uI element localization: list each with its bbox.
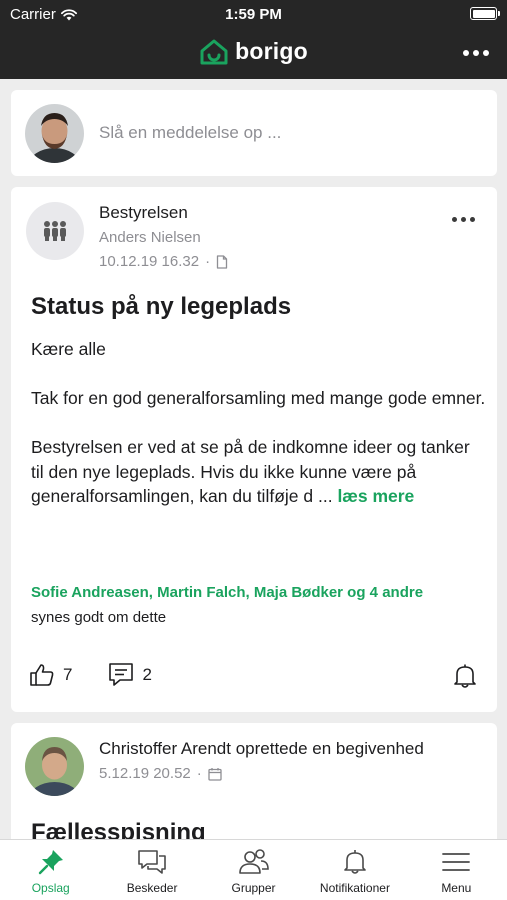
brand-name: borigo — [235, 38, 308, 64]
bell-icon — [454, 664, 476, 688]
meta-separator: · — [205, 253, 211, 270]
calendar-icon — [208, 767, 222, 781]
post-paragraph: Bestyrelsen er ved at se på de indkomne … — [31, 435, 486, 509]
post-author[interactable]: Anders Nielsen — [99, 229, 201, 246]
post-card: Bestyrelsen Anders Nielsen 10.12.19 16.3… — [11, 187, 497, 712]
brand-logo: borigo — [0, 38, 507, 65]
avatar — [25, 104, 84, 163]
group-avatar — [26, 202, 84, 260]
post-body: Kære alle Tak for en god generalforsamli… — [31, 337, 486, 509]
bell-icon — [344, 850, 366, 874]
document-icon — [216, 254, 228, 269]
tab-label: Menu — [441, 881, 472, 895]
like-button[interactable]: 7 — [29, 663, 72, 687]
avatar — [25, 737, 84, 796]
status-bar: Carrier 1:59 PM — [0, 0, 507, 28]
post-date: 10.12.19 16.32 — [99, 253, 200, 270]
tab-beskeder[interactable]: Beskeder — [101, 840, 202, 900]
pin-icon — [38, 850, 63, 875]
event-date: 5.12.19 20.52 — [99, 765, 191, 782]
likers-list[interactable]: Sofie Andreasen, Martin Falch, Maja Bødk… — [31, 584, 423, 601]
battery-icon — [470, 7, 500, 20]
post-more-icon[interactable] — [452, 217, 475, 222]
top-bar: Carrier 1:59 PM borigo — [0, 0, 507, 79]
post-title: Status på ny legeplads — [31, 293, 292, 320]
tab-menu[interactable]: Menu — [406, 840, 507, 900]
thumbs-up-icon — [30, 664, 54, 686]
group-icon — [44, 221, 66, 241]
likes-text: synes godt om dette — [31, 609, 167, 626]
comment-count: 2 — [142, 665, 152, 684]
borigo-logo-icon — [200, 39, 228, 64]
tab-label: Grupper — [231, 881, 276, 895]
post-group-name[interactable]: Bestyrelsen — [99, 203, 188, 223]
tab-notifikationer[interactable]: Notifikationer — [304, 840, 405, 900]
follow-bell-button[interactable] — [453, 663, 477, 694]
post-paragraph: Tak for en god generalforsamling med man… — [31, 388, 486, 408]
tab-opslag[interactable]: Opslag — [0, 840, 101, 900]
post-greeting: Kære alle — [31, 339, 106, 359]
group-icon — [238, 849, 269, 874]
compose-placeholder[interactable]: Slå en meddelelse op ... — [99, 123, 281, 143]
chat-icon — [138, 850, 166, 874]
tab-label: Beskeder — [126, 881, 178, 895]
menu-icon — [442, 853, 471, 871]
event-headline[interactable]: Christoffer Arendt oprettede en begivenh… — [99, 739, 424, 759]
post-actions: 7 2 — [29, 662, 188, 688]
compose-card[interactable]: Slå en meddelelse op ... — [11, 90, 497, 176]
post-meta: 10.12.19 16.32 · — [99, 253, 228, 270]
more-options-icon[interactable] — [463, 50, 489, 56]
tab-bar: Opslag Beskeder Grupper Notifikationer M… — [0, 839, 507, 900]
status-time: 1:59 PM — [225, 6, 282, 23]
tab-label: Notifikationer — [319, 881, 390, 895]
comment-icon — [109, 663, 134, 686]
comment-button[interactable]: 2 — [108, 662, 152, 688]
tab-label: Opslag — [31, 881, 70, 895]
read-more-link[interactable]: læs mere — [337, 486, 414, 506]
meta-separator: · — [196, 765, 202, 782]
like-count: 7 — [63, 665, 73, 684]
event-meta: 5.12.19 20.52 · — [99, 765, 222, 782]
tab-grupper[interactable]: Grupper — [203, 840, 304, 900]
